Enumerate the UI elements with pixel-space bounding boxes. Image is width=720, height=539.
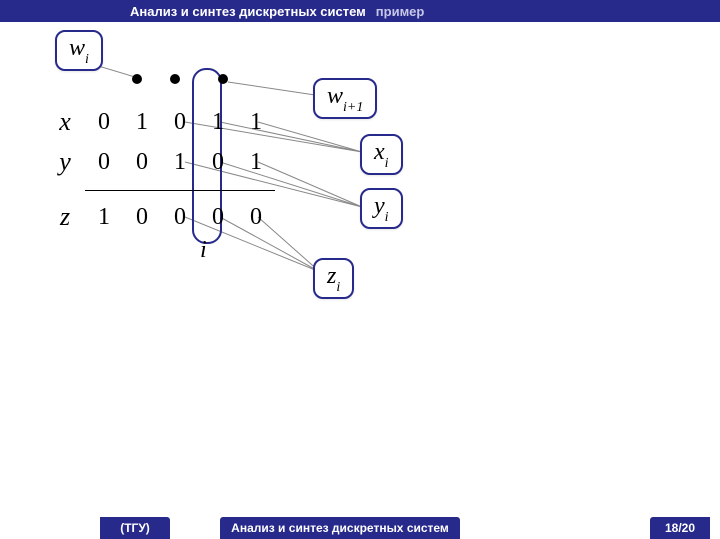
footer-left: (ТГУ) [100,517,170,539]
header-subtitle: пример [376,4,425,19]
cell: 0 [123,149,161,176]
cell: 0 [237,204,275,231]
row-x-label: x [45,107,85,137]
label-yi-sub: i [385,210,389,225]
cell: 1 [237,109,275,136]
label-zi: zi [313,258,354,299]
label-wip1: wi+1 [313,78,377,119]
cell: 1 [161,149,199,176]
row-z-label: z [45,202,85,232]
cell: 0 [161,204,199,231]
row-z: z 1 0 0 0 0 [45,197,275,237]
label-zi-sub: i [336,280,340,295]
label-wi-base: w [69,35,85,61]
label-yi-base: y [374,193,385,219]
cell: 1 [199,109,237,136]
index-label: i [200,237,207,264]
carry-dot [132,74,142,84]
header-bar: Анализ и синтез дискретных систем пример [0,0,720,22]
cell: 0 [199,204,237,231]
label-wip1-sub: i+1 [343,100,363,115]
row-y-label: y [45,147,85,177]
label-xi-base: x [374,139,385,165]
footer-center: Анализ и синтез дискретных систем [220,517,460,539]
label-wip1-base: w [327,83,343,109]
label-wi-sub: i [85,52,89,67]
footer-page-number: 18/20 [650,517,710,539]
row-x: x 0 1 0 1 1 [45,102,275,142]
cell: 0 [199,149,237,176]
row-y: y 0 0 1 0 1 [45,142,275,182]
footer-bar: (ТГУ) Анализ и синтез дискретных систем … [0,517,720,539]
cell: 1 [85,204,123,231]
carry-dot [218,74,228,84]
cell: 0 [123,204,161,231]
cell: 1 [237,149,275,176]
cell: 0 [85,149,123,176]
cell: 0 [85,109,123,136]
diagram-stage: wi wi+1 xi yi zi x 0 1 0 1 1 y 0 0 1 0 1… [0,22,720,517]
cell: 0 [161,109,199,136]
label-wi: wi [55,30,103,71]
header-title: Анализ и синтез дискретных систем [130,4,366,19]
label-yi: yi [360,188,403,229]
label-xi: xi [360,134,403,175]
label-zi-base: z [327,263,336,289]
table-rule [85,190,275,191]
cell: 1 [123,109,161,136]
label-xi-sub: i [385,156,389,171]
carry-dot [170,74,180,84]
